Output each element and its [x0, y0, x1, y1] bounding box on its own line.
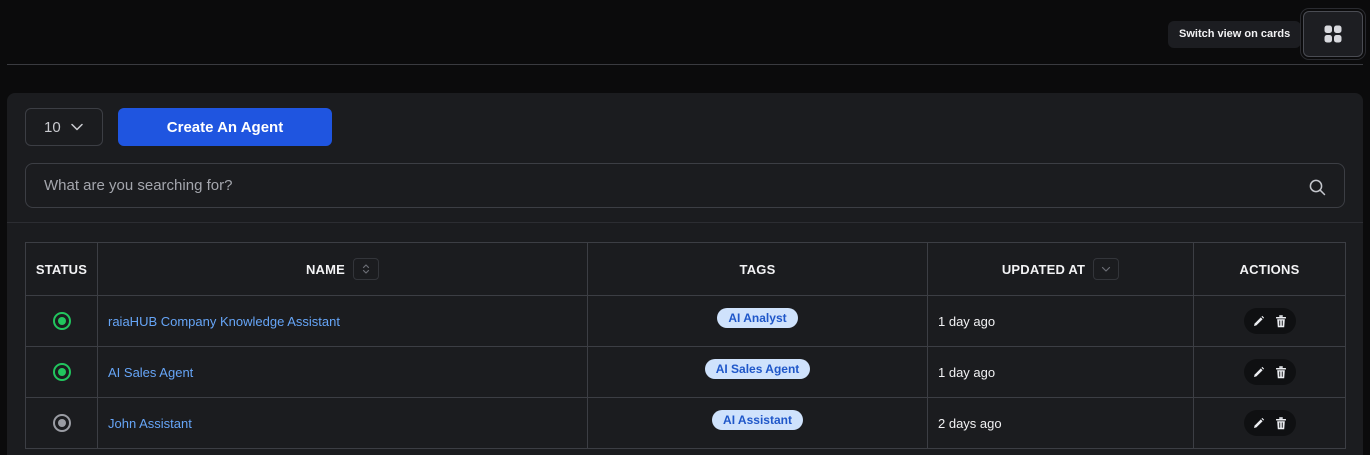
- column-header-actions: ACTIONS: [1193, 242, 1346, 296]
- tags-cell: AI Sales Agent: [587, 346, 928, 398]
- name-cell: John Assistant: [97, 397, 588, 449]
- name-cell: AI Sales Agent: [97, 346, 588, 398]
- agent-name-link[interactable]: AI Sales Agent: [108, 365, 193, 380]
- switch-view-button[interactable]: [1303, 11, 1363, 57]
- agents-panel: 10 Create An Agent STATUS NAME: [7, 93, 1363, 455]
- status-cell: [25, 397, 98, 449]
- edit-icon[interactable]: [1252, 365, 1266, 379]
- updated-at-cell: 2 days ago: [927, 397, 1194, 449]
- search-bar: [25, 163, 1345, 208]
- updated-at-cell: 1 day ago: [927, 295, 1194, 347]
- column-header-updated-label: UPDATED AT: [1001, 261, 1086, 277]
- status-indicator: [52, 312, 71, 330]
- actions-cell: [1193, 397, 1346, 449]
- chevron-down-icon: [70, 123, 83, 131]
- tag-badge: AI Analyst: [717, 308, 798, 328]
- trash-icon[interactable]: [1274, 416, 1288, 430]
- tag-badge: AI Sales Agent: [704, 359, 811, 379]
- tag-badge: AI Assistant: [712, 410, 803, 430]
- switch-view-tooltip: Switch view on cards: [1168, 21, 1306, 48]
- column-header-name-label: NAME: [305, 261, 346, 277]
- status-indicator: [52, 414, 71, 432]
- actions-cell: [1193, 295, 1346, 347]
- tags-cell: AI Assistant: [587, 397, 928, 449]
- sort-icon: [362, 264, 370, 274]
- trash-icon[interactable]: [1274, 314, 1288, 328]
- row-actions: [1243, 359, 1296, 385]
- row-actions: [1243, 308, 1296, 334]
- trash-icon[interactable]: [1274, 365, 1288, 379]
- row-actions: [1243, 410, 1296, 436]
- sort-updated-button[interactable]: [1093, 258, 1120, 280]
- grid-icon: [1324, 25, 1342, 43]
- agent-name-link[interactable]: raiaHUB Company Knowledge Assistant: [108, 314, 340, 329]
- search-input[interactable]: [26, 164, 1296, 207]
- search-icon[interactable]: [1309, 179, 1326, 196]
- column-header-tags: TAGS: [587, 242, 928, 296]
- edit-icon[interactable]: [1252, 314, 1266, 328]
- table-row: AI Sales Agent AI Sales Agent 1 day ago: [25, 346, 1346, 398]
- status-cell: [25, 346, 98, 398]
- agent-name-link[interactable]: John Assistant: [108, 416, 192, 431]
- status-cell: [25, 295, 98, 347]
- table-header-row: STATUS NAME TAGS UPDATED AT ACTIONS: [25, 242, 1346, 296]
- column-header-name[interactable]: NAME: [97, 242, 588, 296]
- updated-at-value: 2 days ago: [938, 415, 1002, 431]
- tags-cell: AI Analyst: [587, 295, 928, 347]
- table-row: raiaHUB Company Knowledge Assistant AI A…: [25, 295, 1346, 347]
- updated-at-value: 1 day ago: [938, 364, 996, 380]
- table-row: John Assistant AI Assistant 2 days ago: [25, 397, 1346, 449]
- column-header-status: STATUS: [25, 242, 98, 296]
- header-divider: [7, 64, 1363, 65]
- sort-desc-icon: [1102, 266, 1111, 272]
- create-agent-button[interactable]: Create An Agent: [118, 108, 332, 146]
- agents-table: STATUS NAME TAGS UPDATED AT ACTIONS raia…: [25, 242, 1346, 449]
- panel-divider: [7, 222, 1363, 223]
- status-indicator: [52, 363, 71, 381]
- updated-at-cell: 1 day ago: [927, 346, 1194, 398]
- edit-icon[interactable]: [1252, 416, 1266, 430]
- sort-name-button[interactable]: [353, 258, 380, 280]
- top-bar: Switch view on cards: [0, 0, 1370, 64]
- page-size-select[interactable]: 10: [25, 108, 103, 146]
- updated-at-value: 1 day ago: [938, 313, 996, 329]
- page-size-value: 10: [44, 118, 61, 136]
- name-cell: raiaHUB Company Knowledge Assistant: [97, 295, 588, 347]
- column-header-updated-at[interactable]: UPDATED AT: [927, 242, 1194, 296]
- actions-cell: [1193, 346, 1346, 398]
